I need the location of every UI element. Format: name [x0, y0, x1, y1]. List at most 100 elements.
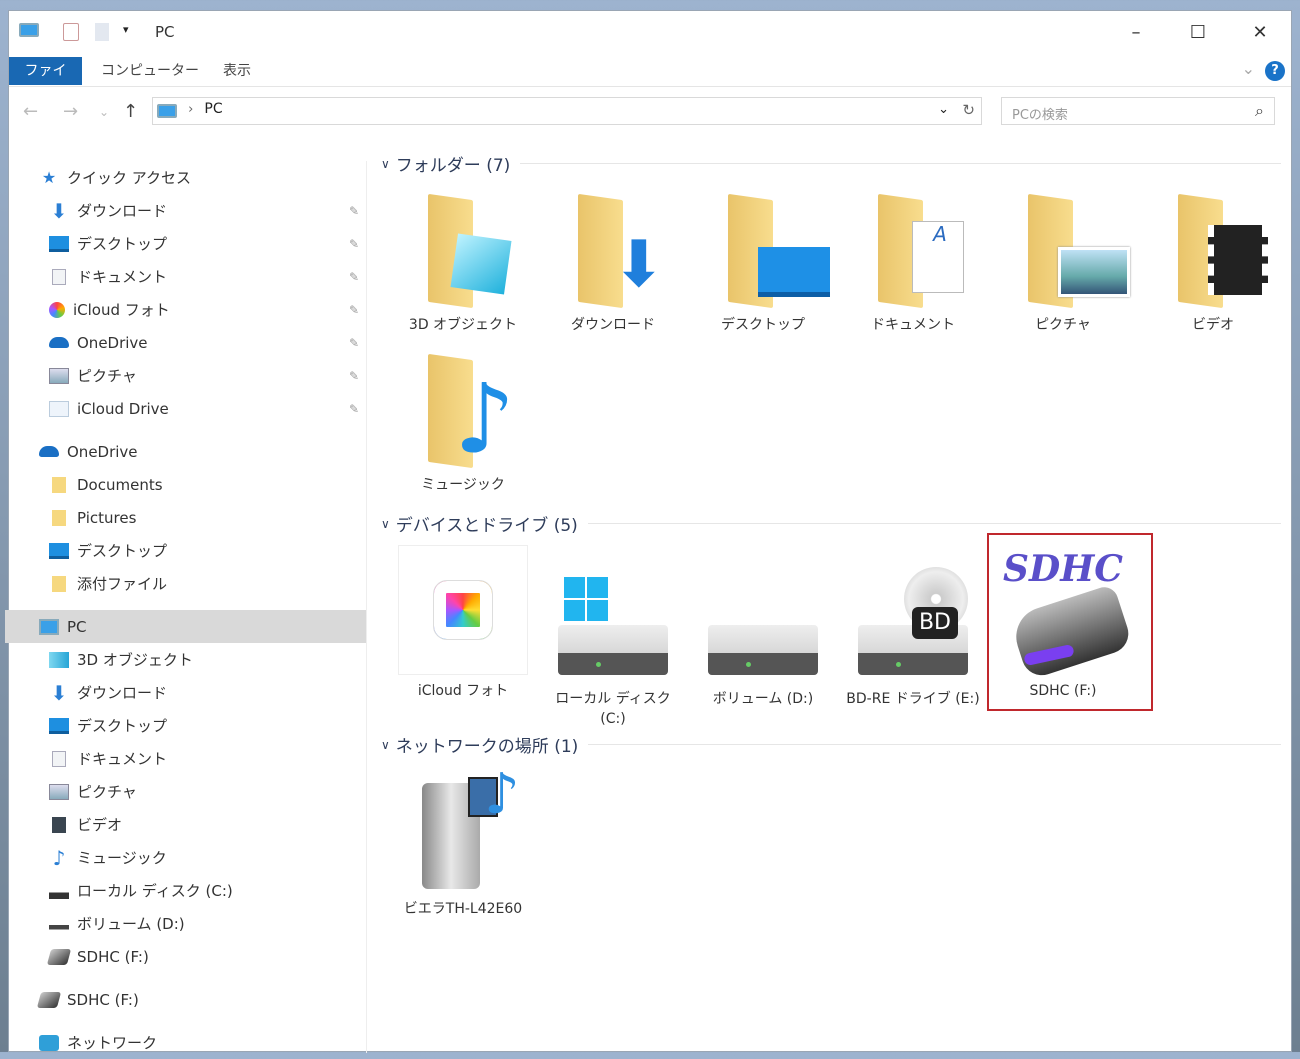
highlight-box: [987, 533, 1153, 711]
title-bar: ▾ PC – ☐ ✕: [9, 11, 1291, 53]
help-icon[interactable]: ?: [1265, 61, 1285, 81]
sidebar-item[interactable]: ⬇ ダウンロード ✎: [9, 194, 366, 227]
local-disk-icon: [558, 571, 668, 681]
tab-file[interactable]: ファイル: [9, 57, 82, 107]
sidebar-item-label: デスクトップ: [77, 235, 168, 253]
network-icon: [39, 1034, 59, 1051]
expand-ribbon-icon[interactable]: ⌄: [1242, 59, 1255, 78]
search-input[interactable]: PCの検索 ⌕: [1001, 97, 1275, 125]
pin-icon[interactable]: ✎: [349, 336, 359, 350]
sidebar-item[interactable]: 3D オブジェクト: [9, 643, 366, 676]
sidebar-item[interactable]: 添付ファイル: [9, 567, 366, 600]
pin-icon[interactable]: ✎: [349, 402, 359, 416]
pin-icon[interactable]: ✎: [349, 369, 359, 383]
sidebar-item[interactable]: デスクトップ: [9, 534, 366, 567]
folder-downloads[interactable]: ⬇ ダウンロード: [543, 193, 683, 335]
sidebar-item[interactable]: デスクトップ ✎: [9, 227, 366, 260]
desktop-icon: [49, 235, 69, 252]
desktop-icon: [758, 247, 830, 297]
folder-label: ピクチャ: [1035, 317, 1091, 333]
sidebar-item-label: 3D オブジェクト: [77, 651, 193, 669]
sidebar-item[interactable]: ピクチャ ✎: [9, 359, 366, 392]
tab-computer[interactable]: コンピューター: [89, 57, 211, 85]
sidebar-item[interactable]: ローカル ディスク (C:): [9, 874, 366, 907]
sidebar-item[interactable]: PC: [5, 610, 366, 643]
sidebar-item[interactable]: ビデオ: [9, 808, 366, 841]
folder-icon: ♪: [428, 353, 515, 469]
sidebar-item[interactable]: ネットワーク: [9, 1026, 366, 1059]
folder-documents[interactable]: A ドキュメント: [843, 193, 983, 335]
new-folder-icon[interactable]: [95, 23, 109, 41]
sidebar-item-label: ピクチャ: [77, 783, 137, 801]
device-bd-re-e[interactable]: BD BD-RE ドライブ (E:): [843, 567, 983, 709]
sidebar-item[interactable]: ピクチャ: [9, 775, 366, 808]
desktop-icon: [49, 717, 69, 734]
sidebar-item[interactable]: ボリューム (D:): [9, 907, 366, 940]
network-location-viera[interactable]: ♪ ビエラTH-L42E60: [393, 767, 533, 919]
device-icloud-photos[interactable]: iCloud フォト: [393, 545, 533, 701]
sidebar-item-label: デスクトップ: [77, 717, 168, 735]
cube-icon: [450, 233, 512, 295]
sidebar-item[interactable]: OneDrive ✎: [9, 326, 366, 359]
folder-videos[interactable]: ビデオ: [1143, 193, 1283, 335]
sidebar-item[interactable]: iCloud Drive ✎: [9, 392, 366, 425]
sidebar-item[interactable]: ★ クイック アクセス: [9, 161, 366, 194]
sidebar-item-label: ビデオ: [77, 816, 123, 834]
sidebar-item-label: Documents: [77, 475, 163, 494]
sidebar-item[interactable]: SDHC (F:): [9, 940, 366, 973]
up-button[interactable]: ↑: [123, 101, 138, 122]
pin-icon[interactable]: ✎: [349, 204, 359, 218]
drive-icon: [708, 571, 818, 681]
document-icon: A: [912, 221, 964, 293]
sidebar-item-label: ボリューム (D:): [77, 915, 185, 933]
breadcrumb-pc[interactable]: PC: [204, 101, 222, 117]
section-network-header[interactable]: ∨ ネットワークの場所 (1): [381, 732, 1281, 757]
sidebar-item[interactable]: ⬇ ダウンロード: [9, 676, 366, 709]
forward-button[interactable]: →: [63, 101, 78, 122]
customize-quick-access-icon[interactable]: ▾: [123, 23, 129, 36]
pin-icon[interactable]: ✎: [349, 303, 359, 317]
sidebar-item[interactable]: iCloud フォト ✎: [9, 293, 366, 326]
refresh-icon[interactable]: ↻: [962, 101, 975, 119]
sidebar-item[interactable]: ♪ ミュージック: [9, 841, 366, 874]
tab-view[interactable]: 表示: [211, 57, 263, 85]
sidebar-item[interactable]: OneDrive: [9, 435, 366, 468]
address-bar[interactable]: › PC ⌄ ↻: [152, 97, 982, 125]
sidebar-item-label: PC: [67, 617, 87, 636]
sidebar-item[interactable]: ドキュメント ✎: [9, 260, 366, 293]
folder-icon: ⬇: [578, 193, 666, 309]
folder-desktop[interactable]: デスクトップ: [693, 193, 833, 335]
minimize-button[interactable]: –: [1113, 19, 1159, 47]
pin-icon[interactable]: ✎: [349, 270, 359, 284]
star-icon: ★: [41, 167, 57, 187]
close-button[interactable]: ✕: [1237, 19, 1283, 47]
bd-drive-icon: BD: [858, 567, 968, 681]
section-folders-header[interactable]: ∨ フォルダー (7): [381, 151, 1281, 176]
media-server-icon: ♪: [408, 767, 520, 891]
sidebar-item[interactable]: SDHC (F:): [9, 983, 366, 1016]
folder-icon: [1028, 193, 1130, 309]
back-button[interactable]: ←: [23, 101, 38, 122]
folder-pictures[interactable]: ピクチャ: [993, 193, 1133, 335]
pictures-icon: [49, 783, 69, 800]
navigation-bar: ← → ⌄ ↑ › PC ⌄ ↻ PCの検索 ⌕: [9, 95, 1291, 129]
address-dropdown-icon[interactable]: ⌄: [938, 102, 949, 117]
breadcrumb-separator: ›: [188, 102, 194, 117]
sidebar-item[interactable]: Pictures: [9, 501, 366, 534]
sidebar-item[interactable]: ドキュメント: [9, 742, 366, 775]
sidebar-item-label: ローカル ディスク (C:): [77, 882, 233, 900]
sidebar-item[interactable]: デスクトップ: [9, 709, 366, 742]
recent-locations-button[interactable]: ⌄: [99, 105, 109, 119]
document-icon: [52, 268, 66, 285]
folder-label: ビデオ: [1192, 317, 1234, 333]
device-volume-d[interactable]: ボリューム (D:): [693, 571, 833, 709]
device-local-disk-c[interactable]: ローカル ディスク (C:): [543, 571, 683, 729]
section-title: フォルダー (7): [395, 156, 511, 176]
sidebar-item-label: クイック アクセス: [67, 169, 192, 187]
maximize-button[interactable]: ☐: [1175, 19, 1221, 47]
sidebar-item[interactable]: Documents: [9, 468, 366, 501]
pin-icon[interactable]: ✎: [349, 237, 359, 251]
folder-3d-objects[interactable]: 3D オブジェクト: [393, 193, 533, 335]
properties-icon[interactable]: [63, 23, 79, 41]
folder-music[interactable]: ♪ ミュージック: [393, 353, 533, 495]
